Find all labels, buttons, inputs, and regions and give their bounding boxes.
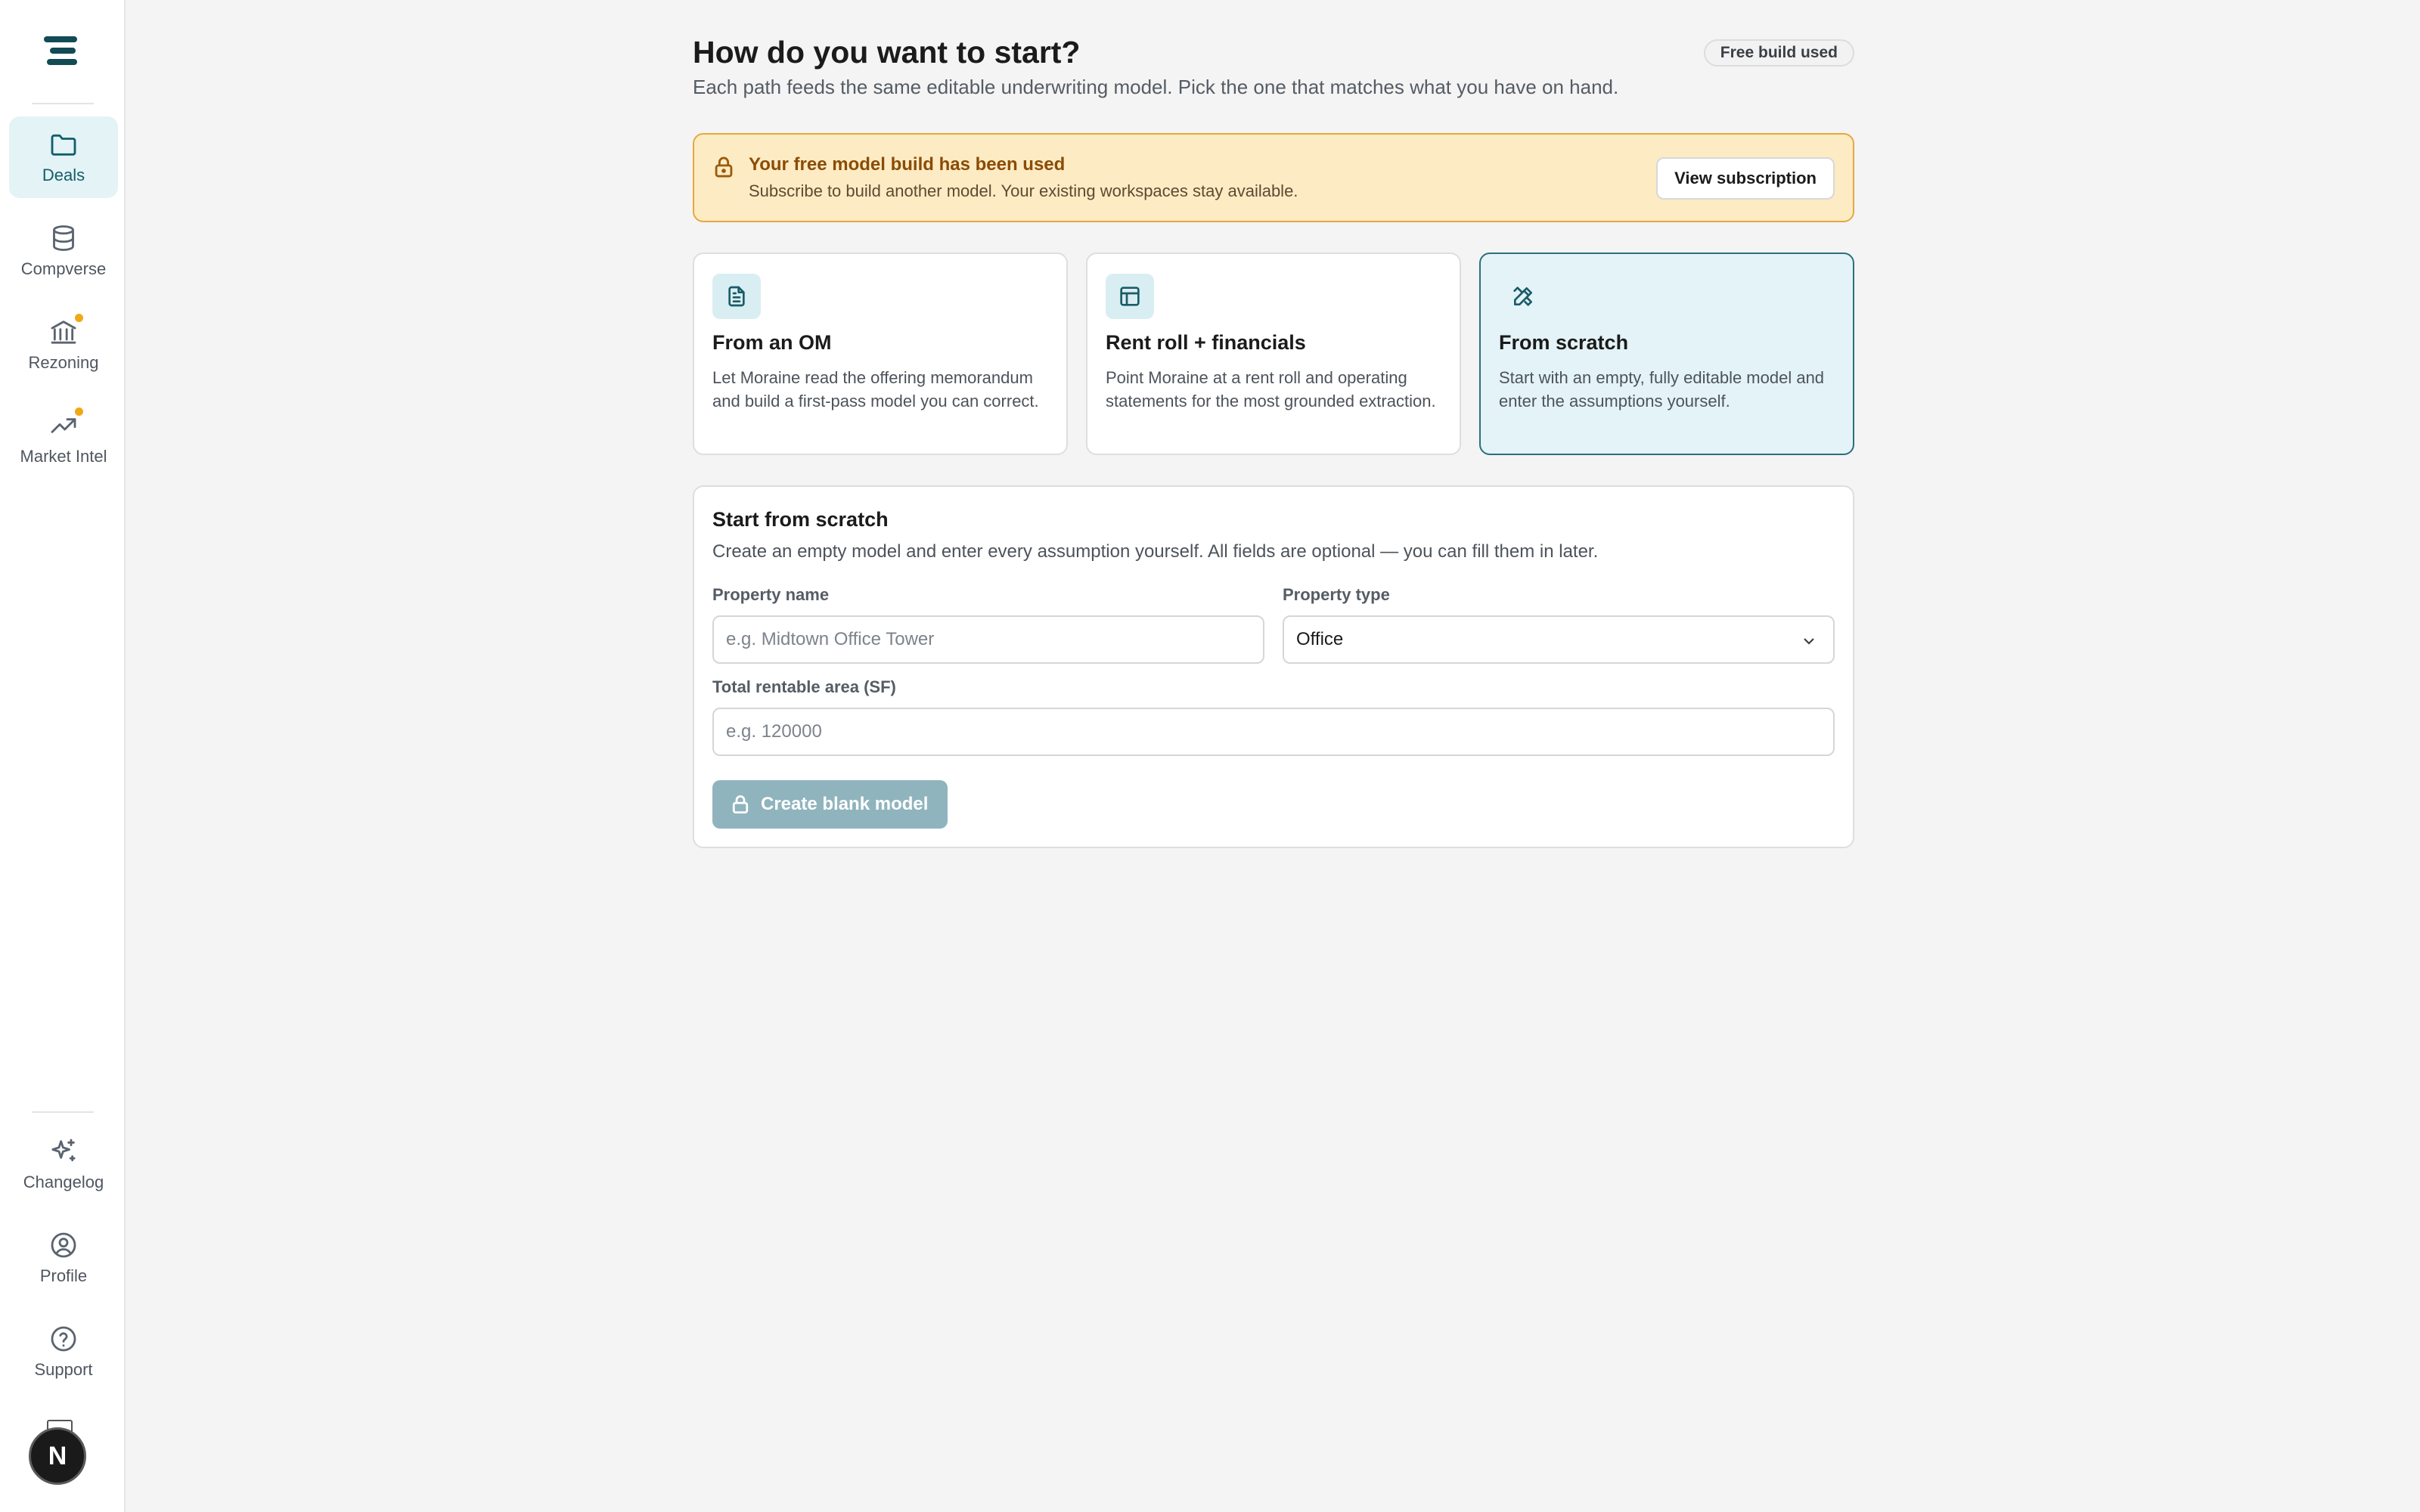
folder-icon [51, 134, 76, 156]
sidebar-divider [32, 1111, 94, 1113]
sparkles-icon [51, 1139, 76, 1162]
card-icon-wrap [1106, 274, 1154, 319]
lock-icon [715, 156, 733, 178]
form-subtitle: Create an empty model and enter every as… [712, 541, 1599, 562]
property-name-label: Property name [712, 585, 830, 604]
alert-title: Your free model build has been used [749, 154, 1066, 175]
user-circle-icon [51, 1232, 76, 1258]
sidebar-item-deals[interactable]: Deals [9, 116, 118, 198]
card-description: Start with an empty, fully editable mode… [1499, 368, 1825, 411]
sidebar-item-label: Compverse [20, 259, 107, 278]
area-label: Total rentable area (SF) [712, 677, 896, 696]
sidebar-item-rezoning[interactable]: Rezoning [9, 304, 118, 386]
lock-icon [732, 795, 749, 813]
avatar-initial: N [48, 1441, 67, 1470]
trend-up-icon [51, 418, 76, 433]
sidebar-item-label: Profile [39, 1266, 88, 1285]
avatar[interactable]: N [29, 1427, 86, 1485]
status-badge: Free build used [1703, 39, 1854, 67]
card-description: Point Moraine at a rent roll and operati… [1106, 368, 1436, 411]
option-card-om[interactable]: From an OM Let Moraine read the offering… [693, 253, 1068, 455]
document-icon [728, 286, 745, 307]
rentable-area-input[interactable] [712, 708, 1835, 756]
pencil-ruler-icon [1513, 287, 1532, 306]
property-type-select[interactable]: Office [1283, 615, 1835, 664]
card-title: From scratch [1499, 331, 1629, 354]
option-card-rent-roll[interactable]: Rent roll + financials Point Moraine at … [1086, 253, 1461, 455]
sidebar-item-market-intel[interactable]: Market Intel [9, 398, 118, 479]
sidebar: Deals Compverse Rezoning Market Intel Ch… [0, 0, 126, 1512]
sidebar-item-label: Changelog [23, 1173, 104, 1191]
sidebar-item-profile[interactable]: Profile [9, 1217, 118, 1299]
scratch-form: Start from scratch Create an empty model… [693, 485, 1854, 848]
notification-dot [75, 314, 83, 322]
notification-dot [75, 407, 83, 416]
sidebar-item-label: Market Intel [20, 447, 107, 466]
alert-text: Subscribe to build another model. Your e… [749, 181, 1298, 200]
app-logo-icon[interactable] [44, 36, 82, 70]
sidebar-item-label: Support [34, 1360, 93, 1379]
page-subtitle: Each path feeds the same editable underw… [693, 76, 1619, 98]
property-type-value: Office [1296, 629, 1344, 649]
card-title: From an OM [712, 331, 832, 354]
sidebar-item-support[interactable]: Support [9, 1311, 118, 1393]
create-blank-model-label: Create blank model [761, 794, 929, 814]
card-icon-wrap [712, 274, 761, 319]
create-blank-model-button[interactable]: Create blank model [712, 780, 948, 829]
card-description: Let Moraine read the offering memorandum… [712, 368, 1039, 411]
card-title: Rent roll + financials [1106, 331, 1306, 354]
card-icon-wrap [1499, 274, 1547, 319]
sidebar-item-changelog[interactable]: Changelog [9, 1123, 118, 1205]
page-title: How do you want to start? [693, 35, 1081, 70]
database-icon [53, 225, 74, 251]
option-card-from-scratch[interactable]: From scratch Start with an empty, fully … [1479, 253, 1854, 455]
sidebar-item-compverse[interactable]: Compverse [9, 210, 118, 292]
chevron-down-icon [1804, 638, 1814, 645]
bank-icon [51, 321, 76, 344]
sidebar-divider [32, 103, 94, 104]
sidebar-item-label: Rezoning [28, 353, 99, 372]
property-name-input[interactable] [712, 615, 1264, 664]
start-options: From an OM Let Moraine read the offering… [693, 253, 1854, 455]
usage-alert: Your free model build has been used Subs… [693, 133, 1854, 222]
property-type-label: Property type [1283, 585, 1390, 604]
view-subscription-button[interactable]: View subscription [1656, 157, 1835, 200]
help-circle-icon [51, 1326, 76, 1352]
form-title: Start from scratch [712, 508, 889, 531]
table-icon [1120, 287, 1140, 306]
sidebar-item-label: Deals [42, 166, 85, 184]
